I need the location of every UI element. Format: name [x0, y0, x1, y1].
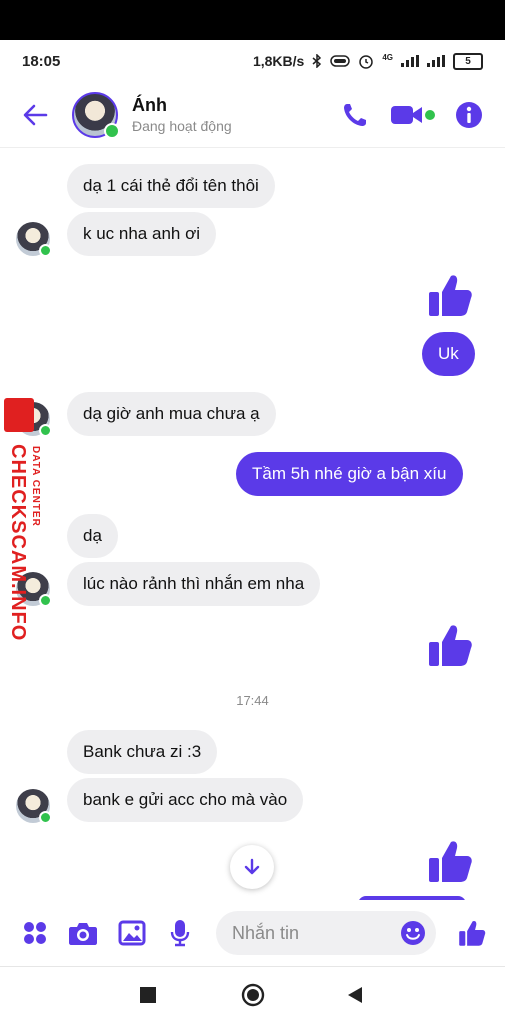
network-speed: 1,8KB/s	[252, 53, 305, 69]
online-indicator	[104, 122, 120, 139]
watermark-main-text: CHECKSCAM.INFO	[7, 444, 29, 642]
message-input[interactable]: Nhắn tin	[216, 911, 436, 955]
menu-dots-icon[interactable]	[22, 920, 48, 946]
online-indicator	[39, 244, 52, 257]
bluetooth-icon	[312, 54, 322, 68]
watermark-small-text: DATA CENTER	[30, 446, 41, 527]
network-type: 4G	[382, 52, 393, 62]
phone-call-icon[interactable]	[341, 101, 369, 129]
outgoing-message[interactable]: Tầm 5h nhé giờ a bận xíu	[236, 452, 463, 496]
online-indicator	[39, 594, 52, 607]
status-bar: 18:05 1,8KB/s 4G 5	[0, 40, 505, 82]
gallery-icon[interactable]	[118, 920, 146, 946]
incoming-message[interactable]: lúc nào rảnh thì nhắn em nha	[67, 562, 321, 606]
microphone-icon[interactable]	[170, 919, 190, 947]
info-icon[interactable]	[455, 101, 483, 129]
chat-header: Ánh Đang hoạt động	[0, 82, 505, 148]
watermark-logo	[4, 398, 34, 432]
like-send-icon[interactable]	[458, 919, 486, 947]
incoming-message[interactable]: dạ	[67, 514, 118, 558]
like-thumb-icon[interactable]	[427, 272, 473, 318]
signal-icon	[401, 55, 419, 67]
contact-name: Ánh	[132, 95, 167, 115]
incoming-message[interactable]: k uc nha anh ơi	[67, 212, 216, 256]
incoming-message[interactable]: dạ giờ anh mua chưa ạ	[67, 392, 276, 436]
outgoing-message[interactable]: Uk	[422, 332, 475, 376]
toggle-icon	[330, 55, 351, 67]
emoji-icon[interactable]	[400, 920, 426, 946]
camera-icon[interactable]	[68, 920, 98, 946]
status-indicators: 1,8KB/s 4G 5	[252, 52, 483, 70]
contact-avatar-small[interactable]	[16, 789, 52, 824]
incoming-message[interactable]: bank e gửi acc cho mà vào	[67, 778, 304, 822]
arrow-down-icon	[244, 858, 260, 875]
back-arrow-icon[interactable]	[22, 102, 48, 128]
video-call-icon[interactable]	[391, 103, 435, 127]
online-indicator	[39, 811, 52, 824]
status-time: 18:05	[22, 52, 61, 70]
back-triangle-icon[interactable]	[346, 986, 364, 1004]
top-black-bar	[0, 0, 505, 40]
contact-status: Đang hoạt động	[132, 118, 232, 134]
contact-avatar[interactable]	[72, 91, 120, 139]
contact-info[interactable]: Ánh Đang hoạt động	[132, 95, 341, 134]
alarm-icon	[359, 55, 374, 69]
signal-icon-2	[427, 55, 445, 67]
checkscam-watermark: CHECKSCAM.INFO DATA CENTER	[4, 398, 41, 642]
message-list[interactable]: dạ 1 cái thẻ đổi tên thôi k uc nha anh ơ…	[0, 148, 505, 900]
like-thumb-icon[interactable]	[427, 838, 473, 884]
android-nav-bar	[0, 966, 505, 1025]
contact-avatar-small[interactable]	[16, 222, 52, 257]
recents-square-icon[interactable]	[140, 987, 156, 1003]
incoming-message[interactable]: Bank chưa zi :3	[67, 730, 218, 774]
timestamp: 17:44	[236, 693, 269, 708]
scroll-to-bottom-button[interactable]	[230, 845, 274, 889]
home-circle-icon[interactable]	[241, 983, 265, 1007]
incoming-message[interactable]: dạ 1 cái thẻ đổi tên thôi	[67, 164, 275, 208]
message-input-placeholder: Nhắn tin	[232, 922, 300, 943]
online-indicator	[39, 424, 52, 437]
like-thumb-icon[interactable]	[427, 622, 473, 668]
battery-icon: 5	[453, 52, 483, 70]
